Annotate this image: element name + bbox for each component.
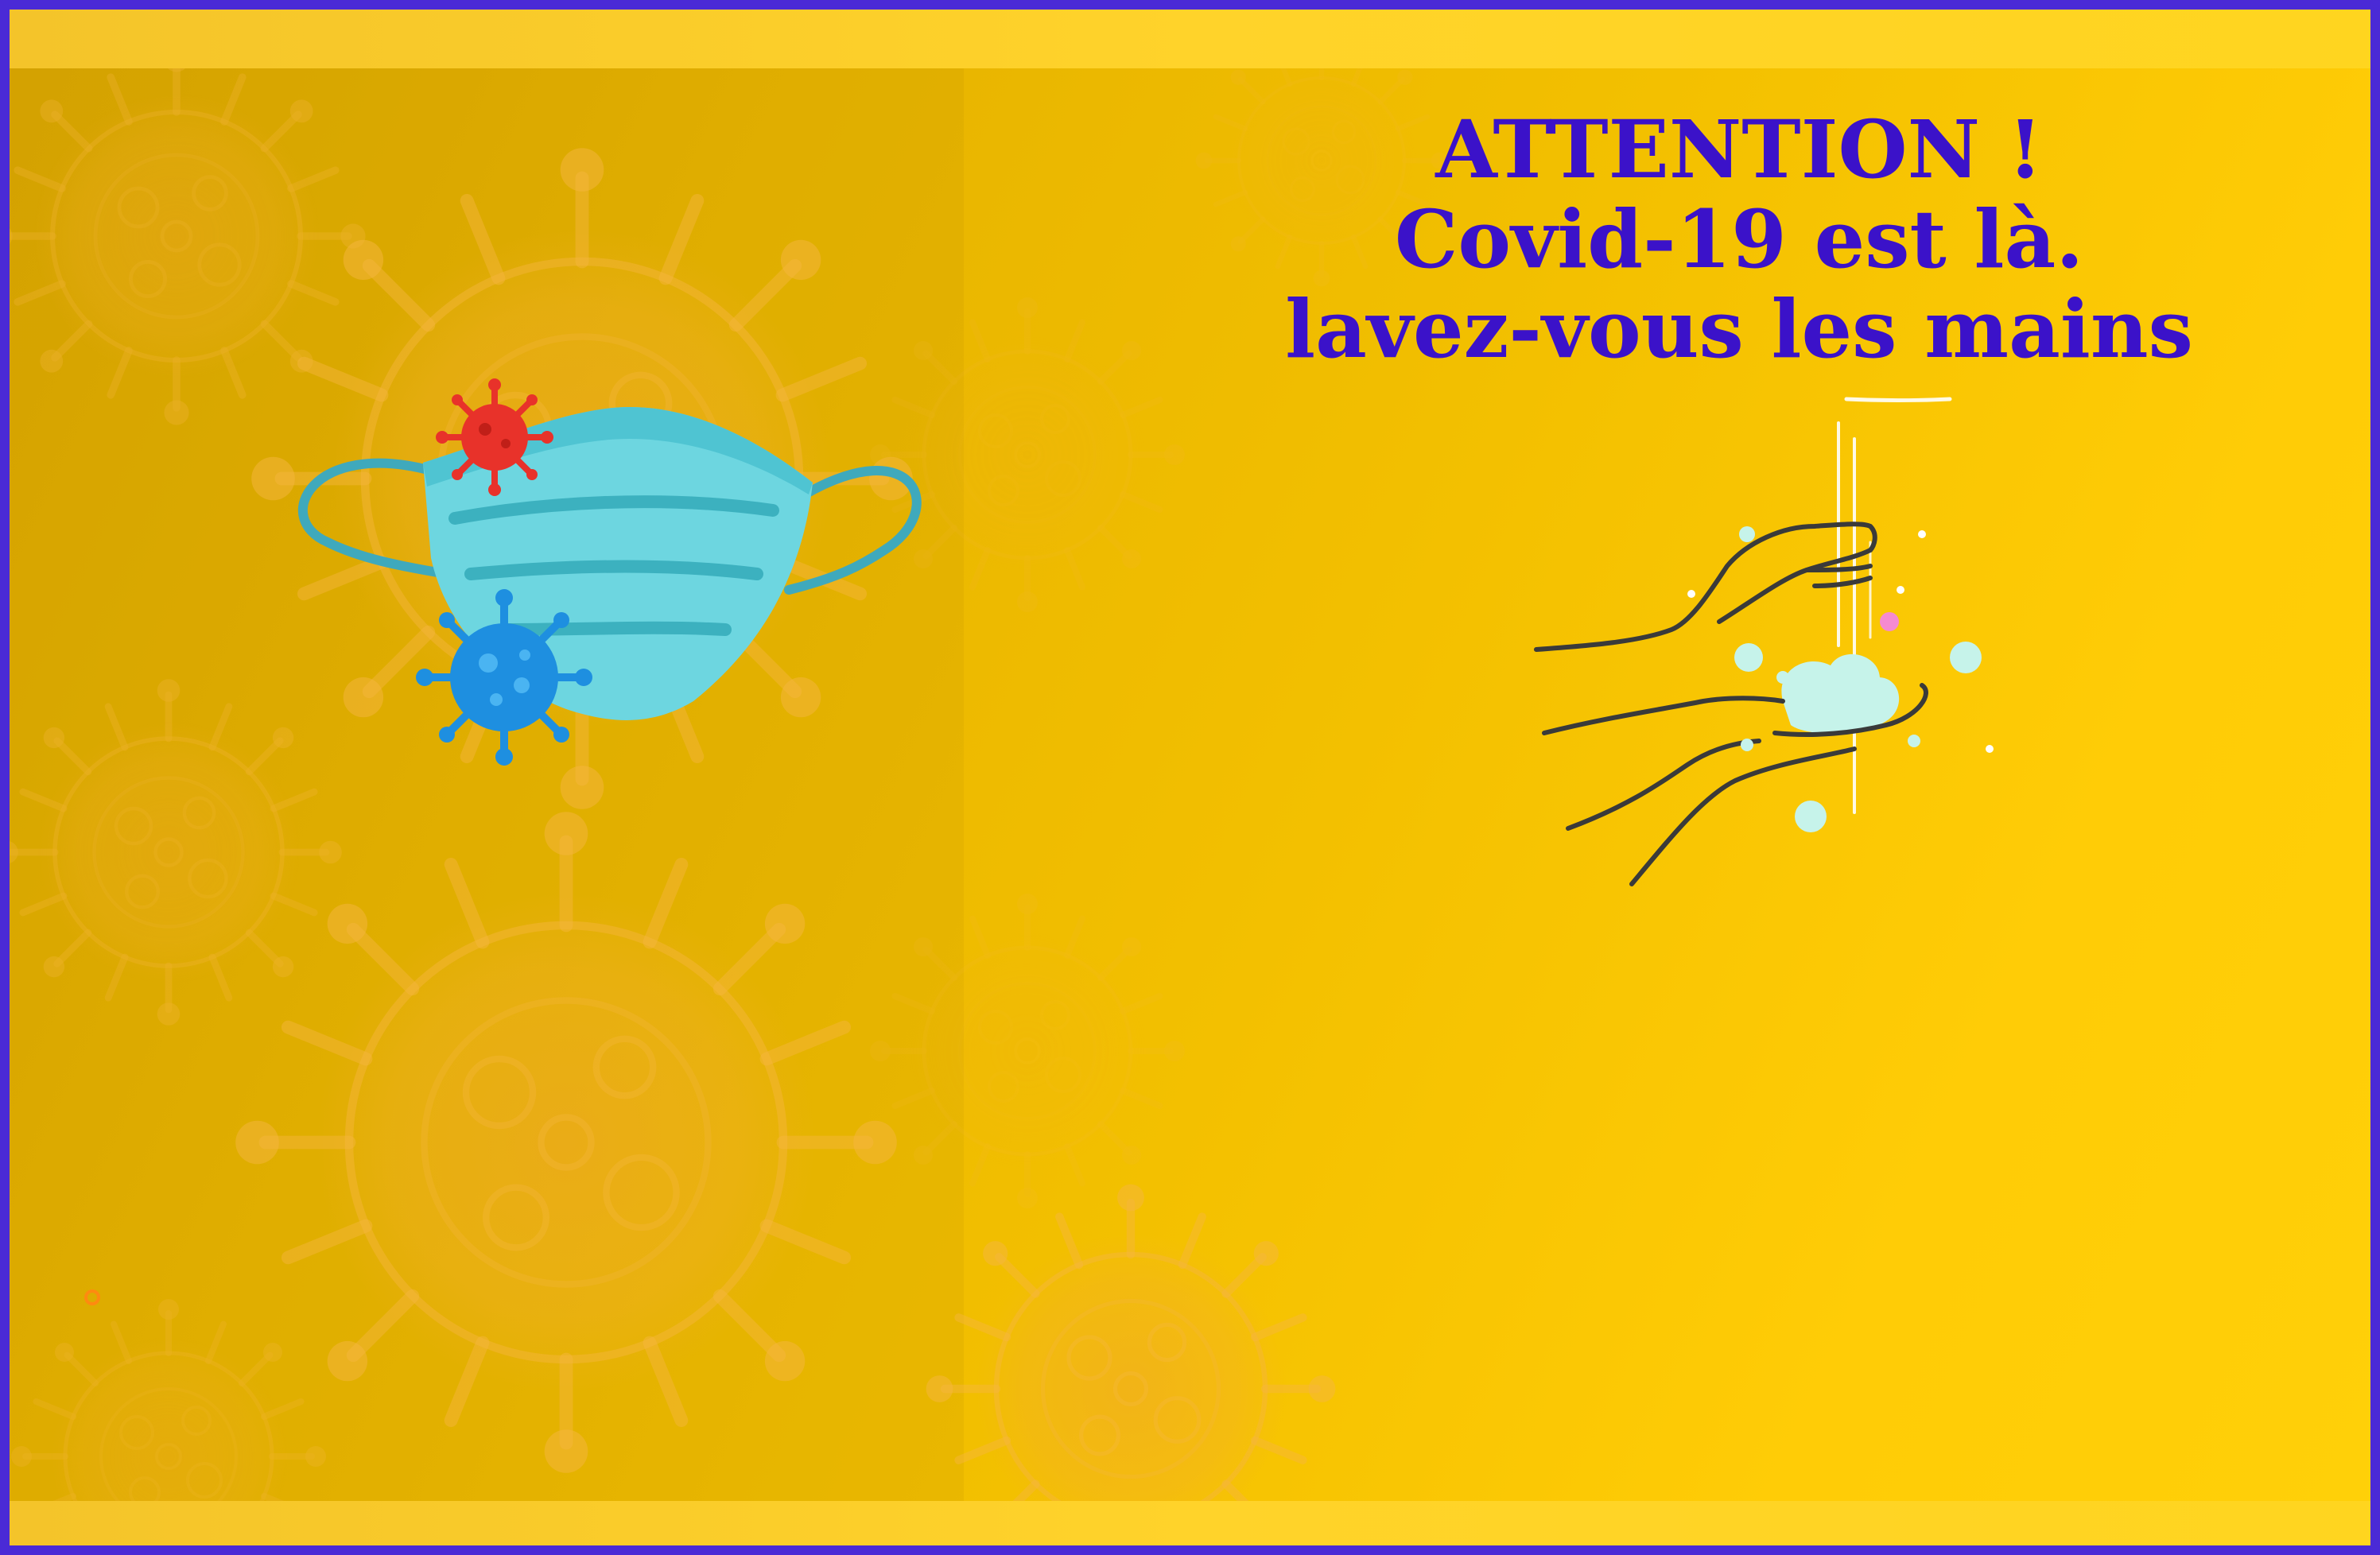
top-band (10, 10, 2370, 68)
bottom-band (10, 1501, 2370, 1545)
headline-attention: ATTENTION ! (1435, 103, 2043, 196)
poster-canvas: ATTENTION ! Covid-19 est là. lavez-vous … (0, 0, 2380, 1555)
virus-blue-icon (416, 589, 592, 766)
headline-covid: Covid-19 est là. (1394, 192, 2084, 286)
headline-wash-hands: lavez-vous les mains (1285, 282, 2193, 376)
face-mask-icon (297, 378, 922, 766)
hand-washing-icon (1534, 397, 1994, 886)
headline: ATTENTION ! Covid-19 est là. lavez-vous … (1250, 105, 2228, 374)
virus-red-icon (436, 378, 553, 496)
